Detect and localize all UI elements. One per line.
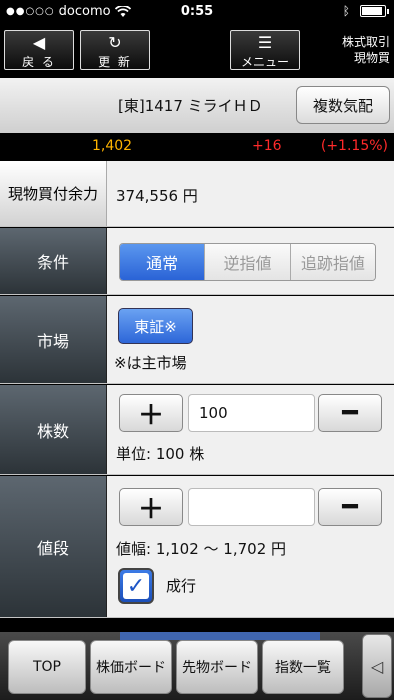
shares-input[interactable]	[188, 394, 315, 432]
multi-quote-button[interactable]: 複数気配	[296, 86, 390, 124]
bottom-tab-bar: TOP 株価ボード 先物ボード 指数一覧 ◁	[0, 632, 394, 700]
screen-title: 現物買	[353, 51, 390, 65]
buying-power-label: 現物買付余力	[0, 161, 107, 226]
screen-info: 株式取引 現物買	[342, 34, 390, 66]
market-label: 市場	[0, 296, 107, 383]
market-button[interactable]: 東証※	[118, 308, 193, 344]
refresh-label: 更 新	[98, 55, 132, 69]
top-toolbar: ◀ 戻 る ↻ 更 新 ☰ メニュー 株式取引 現物買	[0, 24, 394, 76]
price-label: 値段	[0, 476, 107, 617]
market-row: 市場 東証※ ※は主市場	[0, 296, 394, 384]
condition-label: 条件	[0, 228, 107, 294]
market-note: ※は主市場	[114, 354, 187, 372]
buying-power-value: 374,556 円	[116, 187, 198, 205]
stock-name: [東]1417 ミライＨＤ	[118, 97, 263, 115]
condition-row: 条件 通常 逆指値 追跡指値	[0, 228, 394, 295]
checkmark-icon: ✓	[123, 573, 149, 599]
screen-category: 株式取引	[341, 35, 390, 49]
battery-icon	[360, 5, 389, 17]
condition-option-normal[interactable]: 通常	[120, 244, 206, 280]
tab-top[interactable]: TOP	[8, 640, 86, 694]
refresh-button[interactable]: ↻ 更 新	[80, 30, 150, 70]
current-price: 1,402	[92, 138, 133, 154]
shares-plus-button[interactable]: ＋	[119, 394, 183, 432]
menu-button[interactable]: ☰ メニュー	[230, 30, 300, 70]
shares-row: 株数 ＋ ━ 単位: 100 株	[0, 385, 394, 475]
tab-futures-board[interactable]: 先物ボード	[176, 640, 258, 694]
price-input[interactable]	[188, 488, 315, 526]
tab-more-button[interactable]: ◁	[362, 634, 392, 698]
back-label: 戻 る	[22, 55, 56, 69]
refresh-icon: ↻	[108, 33, 122, 52]
back-button[interactable]: ◀ 戻 る	[4, 30, 74, 70]
price-bar: 1,402 +16 (+1.15%)	[0, 134, 394, 160]
bluetooth-icon: ᛒ	[342, 4, 350, 18]
price-row: 値段 ＋ ━ 値幅: 1,102 ～ 1,702 円 ✓ 成行	[0, 476, 394, 618]
market-order-label: 成行	[166, 577, 197, 595]
price-range: 値幅: 1,102 ～ 1,702 円	[116, 540, 287, 558]
shares-unit: 単位: 100 株	[116, 445, 205, 463]
shares-label: 株数	[0, 385, 107, 474]
chevron-left-icon: ◁	[370, 656, 384, 676]
stock-header: [東]1417 ミライＨＤ 複数気配	[0, 78, 394, 133]
price-change-percent: (+1.15%)	[320, 138, 388, 154]
market-order-checkbox[interactable]: ✓	[118, 568, 154, 604]
status-bar: ●●○○○ docomo 0:55 ᛒ	[0, 0, 394, 24]
price-change: +16	[252, 138, 282, 154]
condition-option-stop[interactable]: 逆指値	[205, 244, 291, 280]
tab-index-list[interactable]: 指数一覧	[262, 640, 344, 694]
back-arrow-icon: ◀	[32, 33, 46, 52]
clock: 0:55	[180, 4, 214, 19]
condition-option-trailing[interactable]: 追跡指値	[290, 244, 375, 280]
shares-minus-button[interactable]: ━	[318, 394, 382, 432]
buying-power-row: 現物買付余力 374,556 円	[0, 161, 394, 227]
next-row-peek	[120, 632, 320, 640]
menu-label: メニュー	[240, 55, 289, 69]
price-plus-button[interactable]: ＋	[119, 488, 183, 526]
tab-stock-board[interactable]: 株価ボード	[90, 640, 172, 694]
price-minus-button[interactable]: ━	[318, 488, 382, 526]
condition-segmented-control: 通常 逆指値 追跡指値	[119, 243, 376, 281]
menu-icon: ☰	[257, 33, 273, 52]
